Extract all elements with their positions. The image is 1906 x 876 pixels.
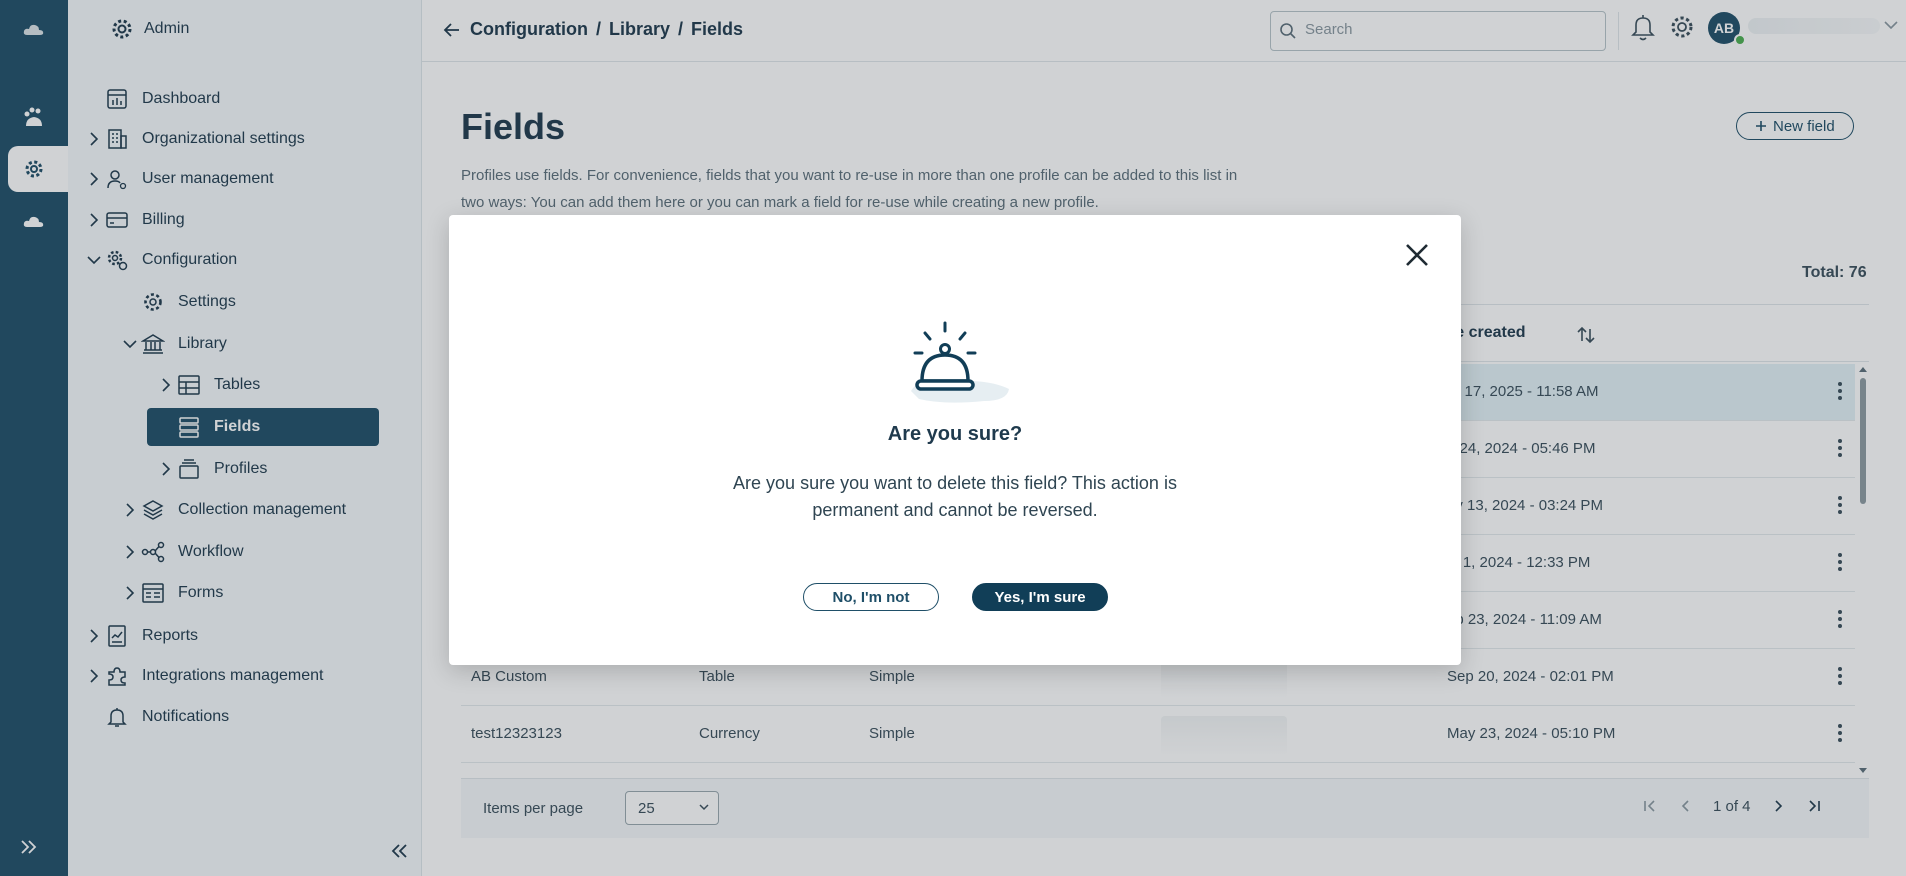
cancel-button[interactable]: No, I'm not [803, 583, 939, 611]
dialog-title: Are you sure? [887, 423, 1023, 445]
confirm-delete-dialog: Are you sure? Are you sure you want to d… [449, 215, 1461, 665]
service-bell-icon [889, 309, 1019, 409]
close-icon [1399, 237, 1435, 273]
confirm-button[interactable]: Yes, I'm sure [972, 583, 1108, 611]
close-button[interactable] [1399, 237, 1435, 273]
dialog-message: Are you sure you want to delete this fie… [733, 473, 1177, 520]
